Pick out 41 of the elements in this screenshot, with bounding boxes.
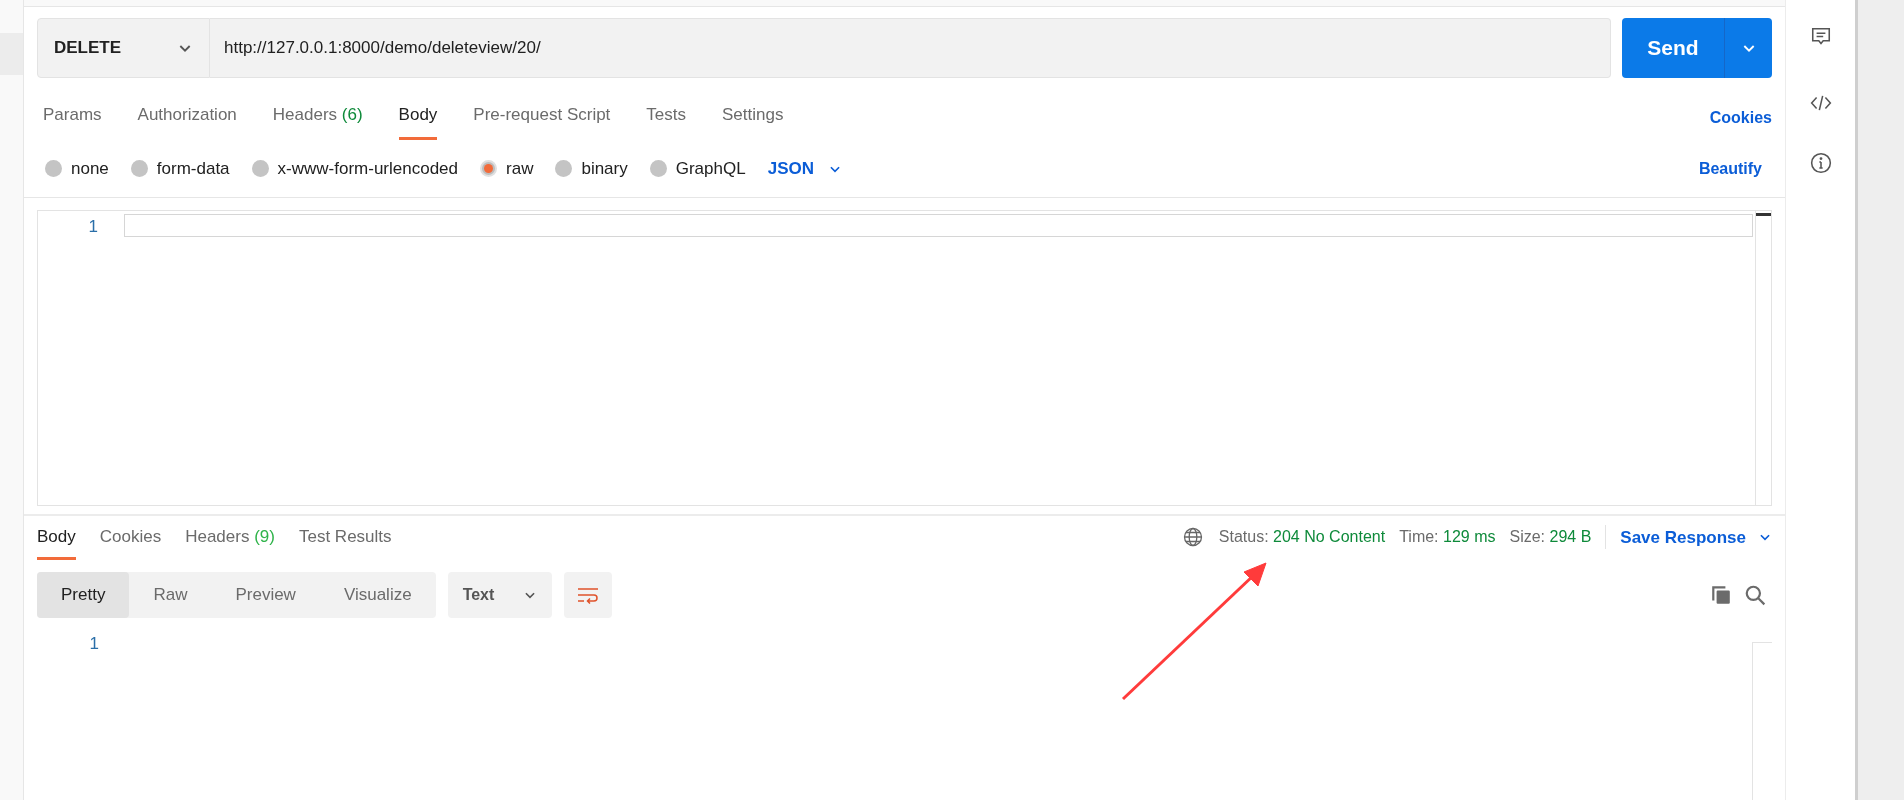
view-mode-tab[interactable]: Visualize	[319, 572, 436, 618]
body-type-radio[interactable]: raw	[480, 155, 534, 182]
wrap-lines-button[interactable]	[563, 572, 612, 618]
url-field[interactable]: http://127.0.0.1:8000/demo/deleteview/20/	[210, 18, 1611, 78]
method-dropdown[interactable]: DELETE	[37, 18, 210, 78]
request-tab[interactable]: Pre-request Script	[473, 101, 611, 140]
body-type-radio[interactable]: none	[45, 155, 109, 182]
status-label: Status: 204 No Content	[1218, 527, 1386, 548]
view-mode-tab[interactable]: Raw	[129, 572, 212, 618]
response-tab[interactable]: Headers (9)	[185, 523, 275, 560]
format-dropdown[interactable]: JSON	[767, 155, 842, 182]
send-button[interactable]: Send	[1622, 18, 1724, 78]
request-tab[interactable]: Authorization	[137, 101, 237, 140]
request-tab[interactable]: Headers (6)	[272, 101, 363, 140]
body-type-radio[interactable]: GraphQL	[649, 155, 746, 182]
response-tab[interactable]: Body	[37, 523, 76, 560]
save-response-button[interactable]: Save Response	[1620, 524, 1772, 550]
request-tab[interactable]: Tests	[646, 101, 687, 140]
line-number: 1	[88, 216, 98, 238]
size-label: Size: 294 B	[1509, 525, 1607, 550]
request-tab[interactable]: Settings	[722, 101, 784, 140]
view-mode-tab[interactable]: Pretty	[37, 572, 130, 618]
code-editor[interactable]: 1	[37, 210, 1772, 506]
response-format-dropdown[interactable]: Text	[447, 572, 552, 618]
body-type-radio[interactable]: binary	[555, 155, 628, 182]
body-type-radio[interactable]: x-www-form-urlencoded	[251, 155, 458, 182]
copy-icon[interactable]	[1710, 584, 1732, 606]
wrap-lines-icon	[576, 586, 599, 604]
view-mode-tab[interactable]: Preview	[211, 572, 320, 618]
globe-icon[interactable]	[1182, 527, 1203, 548]
request-tab[interactable]: Params	[43, 101, 102, 140]
response-tab[interactable]: Cookies	[99, 523, 162, 560]
info-icon[interactable]	[1809, 152, 1832, 174]
cookies-link[interactable]: Cookies	[1709, 106, 1772, 140]
beautify-link[interactable]: Beautify	[1698, 156, 1762, 181]
response-tab[interactable]: Test Results	[298, 523, 392, 560]
search-icon[interactable]	[1744, 584, 1766, 606]
line-number: 1	[89, 633, 99, 655]
request-tab[interactable]: Body	[398, 101, 438, 140]
time-label: Time: 129 ms	[1399, 527, 1496, 548]
body-type-radio[interactable]: form-data	[130, 155, 230, 182]
